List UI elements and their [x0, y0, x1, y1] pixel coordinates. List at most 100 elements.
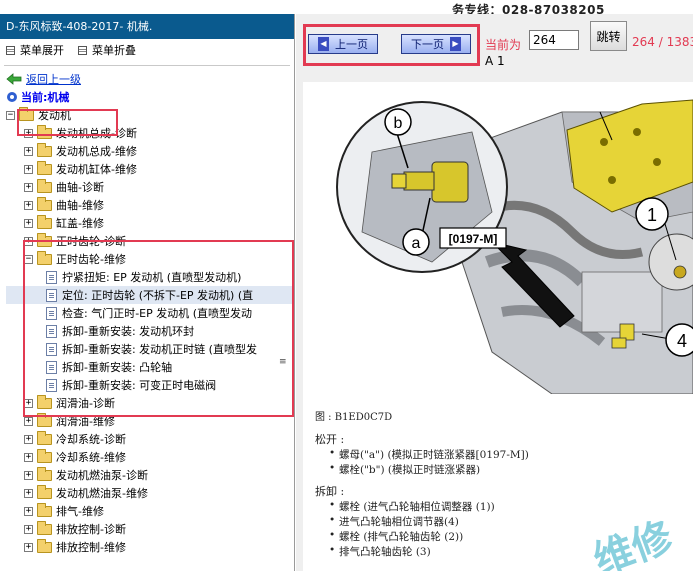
folder-icon — [37, 466, 52, 481]
document-page: b a [0197-M] 1 4 图 : B1ED0C7D 松开 : 螺母("a… — [303, 82, 693, 571]
tree-folder-item[interactable]: + 发动机总成-维修 — [6, 142, 294, 160]
expand-icon[interactable]: + — [24, 506, 33, 516]
expand-icon[interactable]: + — [24, 200, 33, 210]
tree-folder-item[interactable]: + 发动机燃油泵-维修 — [6, 484, 294, 502]
tree-doc-item[interactable]: 拆卸-重新安装: 发动机环封 — [6, 322, 294, 340]
current-icon — [7, 92, 17, 102]
prev-page-button[interactable]: ◀ 上一页 — [308, 34, 378, 54]
tree-item-label[interactable]: 曲轴-诊断 — [56, 179, 104, 195]
tree-item-label[interactable]: 检查: 气门正时-EP 发动机 (直喷型发动 — [62, 305, 252, 321]
tree-folder-item[interactable]: + 排放控制-维修 — [6, 538, 294, 556]
tree-item-label[interactable]: 发动机燃油泵-维修 — [56, 485, 148, 501]
tree-doc-item[interactable]: 拧紧扭矩: EP 发动机 (直喷型发动机) — [6, 268, 294, 286]
collapse-menu-button[interactable]: 菜单折叠 — [78, 42, 136, 58]
tree-folder-item[interactable]: − 正时齿轮-维修 — [6, 250, 294, 268]
tree-item-label[interactable]: 发动机总成-诊断 — [56, 125, 137, 141]
watermark: 维修 — [588, 513, 680, 571]
folder-icon — [37, 250, 52, 265]
tree-folder-item[interactable]: + 曲轴-维修 — [6, 196, 294, 214]
tree-item-label[interactable]: 缸盖-维修 — [56, 215, 104, 231]
folder-icon — [37, 124, 52, 139]
tree-folder-item[interactable]: + 冷却系统-维修 — [6, 448, 294, 466]
collapse-icon[interactable]: − — [6, 110, 15, 120]
tree-item-label[interactable]: 拆卸-重新安装: 凸轮轴 — [62, 359, 172, 375]
collapse-icon[interactable]: − — [24, 254, 33, 264]
tree-item-label[interactable]: 拧紧扭矩: EP 发动机 (直喷型发动机) — [62, 269, 241, 285]
tree-doc-item[interactable]: 拆卸-重新安装: 可变正时电磁阀 — [6, 376, 294, 394]
expand-icon[interactable]: + — [24, 398, 33, 408]
expand-icon[interactable]: + — [24, 146, 33, 156]
tree-item-label[interactable]: 冷却系统-维修 — [56, 449, 126, 465]
left-pane: D-东风标致-408-2017- 机械. 菜单展开 菜单折叠 返回上一级 当前:… — [0, 14, 295, 571]
expand-icon[interactable]: + — [24, 236, 33, 246]
tree-folder-item[interactable]: + 正时齿轮-诊断 — [6, 232, 294, 250]
jump-button[interactable]: 跳转 — [590, 21, 627, 51]
folder-icon — [37, 142, 52, 157]
document-icon — [46, 270, 57, 284]
tree-folder-item[interactable]: + 排气-维修 — [6, 502, 294, 520]
tree-item-label[interactable]: 拆卸-重新安装: 发动机正时链 (直喷型发 — [62, 341, 257, 357]
right-pane: ◀ 上一页 下一页 ▶ 当前为 264 跳转 264 / 1383 A 1 b … — [296, 14, 693, 571]
expand-icon[interactable]: + — [24, 218, 33, 228]
tree-item-label[interactable]: 拆卸-重新安装: 可变正时电磁阀 — [62, 377, 216, 393]
tree-doc-item[interactable]: 定位: 正时齿轮 (不拆下-EP 发动机) (直 — [6, 286, 294, 304]
expand-icon[interactable]: + — [24, 524, 33, 534]
folder-icon — [37, 520, 52, 535]
tree-item-label[interactable]: 发动机总成-维修 — [56, 143, 137, 159]
loosen-item: 螺栓("b") (模拟正时链涨紧器) — [329, 462, 480, 477]
tree-folder-item[interactable]: + 润滑油-诊断 — [6, 394, 294, 412]
expand-icon[interactable]: + — [24, 164, 33, 174]
document-icon — [46, 306, 57, 320]
tree-item-label[interactable]: 发动机 — [38, 107, 71, 123]
back-link-row[interactable]: 返回上一级 — [6, 70, 294, 88]
tree-item-label[interactable]: 排放控制-维修 — [56, 539, 126, 555]
tree-folder-item[interactable]: + 缸盖-维修 — [6, 214, 294, 232]
tree-item-label[interactable]: 冷却系统-诊断 — [56, 431, 126, 447]
tree-item-label[interactable]: 润滑油-维修 — [56, 413, 115, 429]
tree-item-label[interactable]: 排气-维修 — [56, 503, 104, 519]
tree-item-label[interactable]: 曲轴-维修 — [56, 197, 104, 213]
folder-icon — [37, 394, 52, 409]
expand-menu-button[interactable]: 菜单展开 — [6, 42, 64, 58]
remove-item: 进气凸轮轴相位调节器(4) — [329, 514, 459, 529]
expand-icon[interactable]: + — [24, 452, 33, 462]
tree-item-label[interactable]: 发动机燃油泵-诊断 — [56, 467, 148, 483]
tree-folder-item[interactable]: + 排放控制-诊断 — [6, 520, 294, 538]
tree-folder-item[interactable]: + 发动机缸体-维修 — [6, 160, 294, 178]
tree-item-label[interactable]: 拆卸-重新安装: 发动机环封 — [62, 323, 194, 339]
expand-icon[interactable]: + — [24, 416, 33, 426]
tree-folder-item[interactable]: + 发动机燃油泵-诊断 — [6, 466, 294, 484]
tree-doc-item[interactable]: 拆卸-重新安装: 发动机正时链 (直喷型发 — [6, 340, 294, 358]
tree-item-label[interactable]: 正时齿轮-诊断 — [56, 233, 126, 249]
expand-icon[interactable]: + — [24, 434, 33, 444]
folder-icon — [37, 430, 52, 445]
expand-icon[interactable]: + — [24, 128, 33, 138]
tree-doc-item[interactable]: 拆卸-重新安装: 凸轮轴 — [6, 358, 294, 376]
current-location-row: 当前:机械 — [6, 88, 294, 106]
tree-folder-item[interactable]: + 曲轴-诊断 — [6, 178, 294, 196]
tree-item-label[interactable]: 正时齿轮-维修 — [56, 251, 126, 267]
back-link[interactable]: 返回上一级 — [26, 71, 81, 87]
next-page-button[interactable]: 下一页 ▶ — [401, 34, 471, 54]
expand-icon[interactable]: + — [24, 470, 33, 480]
tree-folder-item[interactable]: + 冷却系统-诊断 — [6, 430, 294, 448]
folder-icon — [37, 538, 52, 553]
right-arrow-icon: ▶ — [450, 37, 461, 51]
page-number-input[interactable]: 264 — [529, 30, 579, 50]
tree-folder-item[interactable]: − 发动机 — [6, 106, 294, 124]
tree-item-label[interactable]: 发动机缸体-维修 — [56, 161, 137, 177]
folder-icon — [37, 502, 52, 517]
splitter-grip-icon[interactable]: ≡ — [279, 357, 287, 367]
expand-icon[interactable]: + — [24, 182, 33, 192]
expand-icon[interactable]: + — [24, 542, 33, 552]
menu-row: 菜单展开 菜单折叠 — [0, 39, 294, 61]
tree-folder-item[interactable]: + 润滑油-维修 — [6, 412, 294, 430]
tree-item-label[interactable]: 排放控制-诊断 — [56, 521, 126, 537]
tree-folder-item[interactable]: + 发动机总成-诊断 — [6, 124, 294, 142]
expand-icon[interactable]: + — [24, 488, 33, 498]
tree-doc-item[interactable]: 检查: 气门正时-EP 发动机 (直喷型发动 — [6, 304, 294, 322]
tool-code: [0197-M] — [449, 232, 498, 246]
tree-item-label[interactable]: 定位: 正时齿轮 (不拆下-EP 发动机) (直 — [62, 287, 253, 303]
folder-icon — [37, 412, 52, 427]
tree-item-label[interactable]: 润滑油-诊断 — [56, 395, 115, 411]
